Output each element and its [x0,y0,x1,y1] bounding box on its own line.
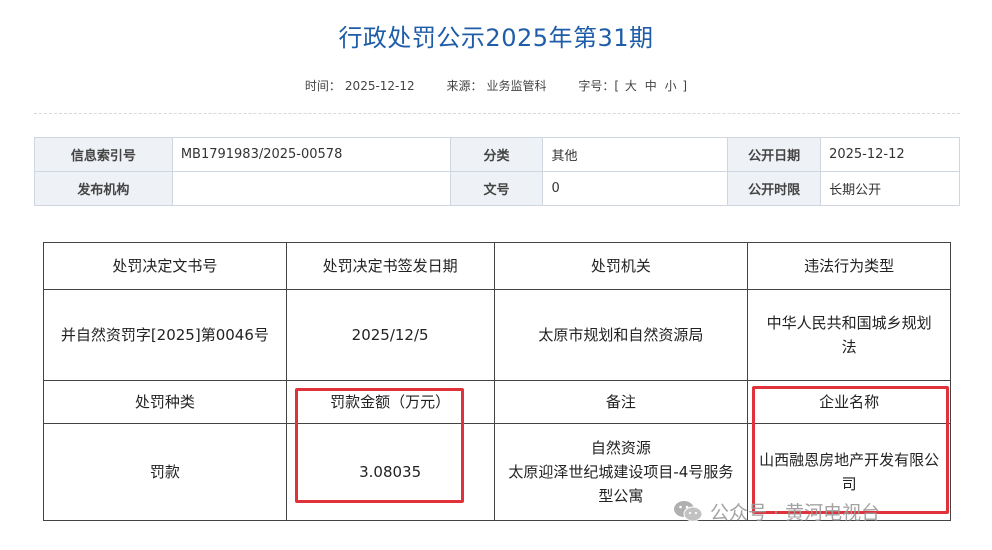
source: 来源： 业务监管科 [447,79,551,93]
issue-date-header: 处罚决定书签发日期 [285,242,495,290]
font-size-large-button[interactable]: 大 [625,79,637,93]
violation-type-value: 中华人民共和国城乡规划法 [747,289,951,381]
article-meta: 时间： 2025-12-12 来源： 业务监管科 字号：[ 大 中 小 ] [0,77,992,94]
penalty-header-row: 处罚种类 罚款金额（万元） 备注 企业名称 [43,380,951,424]
publish-date-key: 公开日期 [727,137,822,172]
publish-date-value: 2025-12-12 [820,137,960,172]
time-value: 2025-12-12 [344,79,415,93]
header-divider [34,113,960,114]
font-size-control: 字号：[ 大 中 小 ] [578,79,687,93]
issuer-key: 发布机构 [34,171,173,206]
info-table: 信息索引号 MB1791983/2025-00578 分类 其他 公开日期 20… [34,137,960,206]
decision-number-header: 处罚决定文书号 [43,242,287,290]
info-row: 信息索引号 MB1791983/2025-00578 分类 其他 公开日期 20… [34,137,960,172]
watermark-text: 公众号 · 黄河电视台 [710,501,881,524]
page-title: 行政处罚公示2025年第31期 [338,24,654,52]
publish-time: 时间： 2025-12-12 [305,79,419,93]
fine-amount-value: 3.08035 [285,423,495,521]
authority-value: 太原市规划和自然资源局 [493,289,749,381]
font-size-label: 字号：[ [578,79,620,93]
penalty-type-value: 罚款 [43,423,287,521]
font-size-medium-button[interactable]: 中 [645,79,657,93]
company-name-header: 企业名称 [747,380,951,424]
doc-number-key: 文号 [449,171,544,206]
category-key: 分类 [449,137,544,172]
penalty-table: 处罚决定文书号 处罚决定书签发日期 处罚机关 违法行为类型 并自然资罚字[202… [43,242,951,521]
issue-date-value: 2025/12/5 [285,289,495,381]
remark-header: 备注 [493,380,749,424]
index-number-value: MB1791983/2025-00578 [171,137,451,172]
font-size-end: ] [682,79,688,93]
source-label: 来源： [446,79,483,93]
disclosure-period-value: 长期公开 [820,171,960,206]
violation-type-header: 违法行为类型 [747,242,951,290]
time-label: 时间： [304,79,341,93]
decision-number-value: 并自然资罚字[2025]第0046号 [43,289,287,381]
fine-amount-header: 罚款金额（万元） [285,380,495,424]
info-row: 发布机构 文号 0 公开时限 长期公开 [34,171,960,206]
penalty-header-row: 处罚决定文书号 处罚决定书签发日期 处罚机关 违法行为类型 [43,242,951,290]
wechat-icon [674,501,703,522]
category-value: 其他 [542,137,729,172]
penalty-type-header: 处罚种类 [43,380,287,424]
doc-number-value: 0 [542,171,729,206]
remark-line: 自然资源 [590,439,651,457]
font-size-small-button[interactable]: 小 [665,79,677,93]
issuer-value [171,171,451,206]
watermark: 公众号 · 黄河电视台 [672,496,880,526]
authority-header: 处罚机关 [493,242,749,290]
index-number-key: 信息索引号 [34,137,173,172]
penalty-value-row: 并自然资罚字[2025]第0046号 2025/12/5 太原市规划和自然资源局… [43,289,951,381]
source-value: 业务监管科 [486,79,547,93]
disclosure-period-key: 公开时限 [727,171,822,206]
